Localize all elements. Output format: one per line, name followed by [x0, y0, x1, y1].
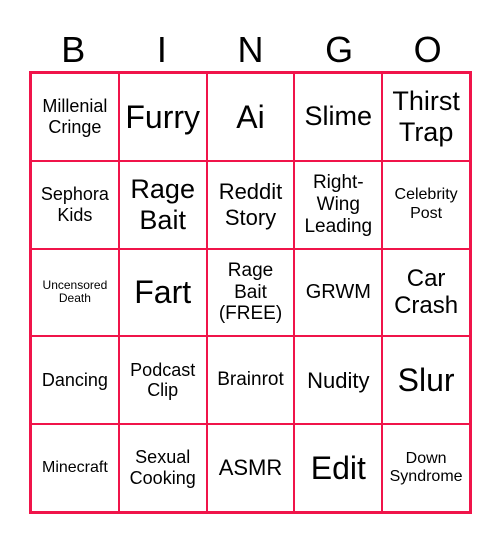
bingo-cell[interactable]: Slur: [382, 336, 470, 425]
bingo-cell[interactable]: Rage Bait: [118, 160, 207, 249]
bingo-cell[interactable]: Fart: [118, 248, 207, 337]
header-letter-g: G: [325, 29, 354, 70]
bingo-cell[interactable]: Furry: [118, 73, 207, 161]
bingo-cell[interactable]: Sephora Kids: [31, 160, 119, 249]
bingo-cell[interactable]: Millenial Cringe: [31, 73, 119, 161]
bingo-cell[interactable]: Car Crash: [382, 248, 470, 337]
bingo-cell[interactable]: Ai: [206, 73, 295, 161]
header-letter-i: I: [156, 29, 167, 70]
bingo-cell[interactable]: GRWM: [294, 248, 383, 337]
bingo-cell[interactable]: Sexual Cooking: [118, 424, 207, 512]
bingo-cell[interactable]: Right-Wing Leading: [294, 160, 383, 249]
bingo-cell[interactable]: Podcast Clip: [118, 336, 207, 425]
bingo-cell[interactable]: Uncensored Death: [31, 248, 119, 337]
bingo-cell[interactable]: Slime: [294, 73, 383, 161]
bingo-cell[interactable]: Dancing: [31, 336, 119, 425]
bingo-cell[interactable]: Nudity: [294, 336, 383, 425]
bingo-cell[interactable]: Thirst Trap: [382, 73, 470, 161]
bingo-header: B I N G O: [29, 30, 472, 70]
bingo-cell[interactable]: Down Syndrome: [382, 424, 470, 512]
header-letter-b: B: [61, 29, 86, 70]
header-letter-n: N: [237, 29, 264, 70]
bingo-cell[interactable]: Brainrot: [206, 336, 295, 425]
bingo-cell[interactable]: Celebrity Post: [382, 160, 470, 249]
bingo-board: Millenial Cringe Furry Ai Slime Thirst T…: [29, 71, 472, 514]
bingo-cell[interactable]: Edit: [294, 424, 383, 512]
header-letter-o: O: [413, 29, 442, 70]
bingo-cell[interactable]: Minecraft: [31, 424, 119, 512]
bingo-cell[interactable]: ASMR: [206, 424, 295, 512]
free-space-cell[interactable]: Rage Bait (FREE): [206, 248, 295, 337]
bingo-cell[interactable]: Reddit Story: [206, 160, 295, 249]
